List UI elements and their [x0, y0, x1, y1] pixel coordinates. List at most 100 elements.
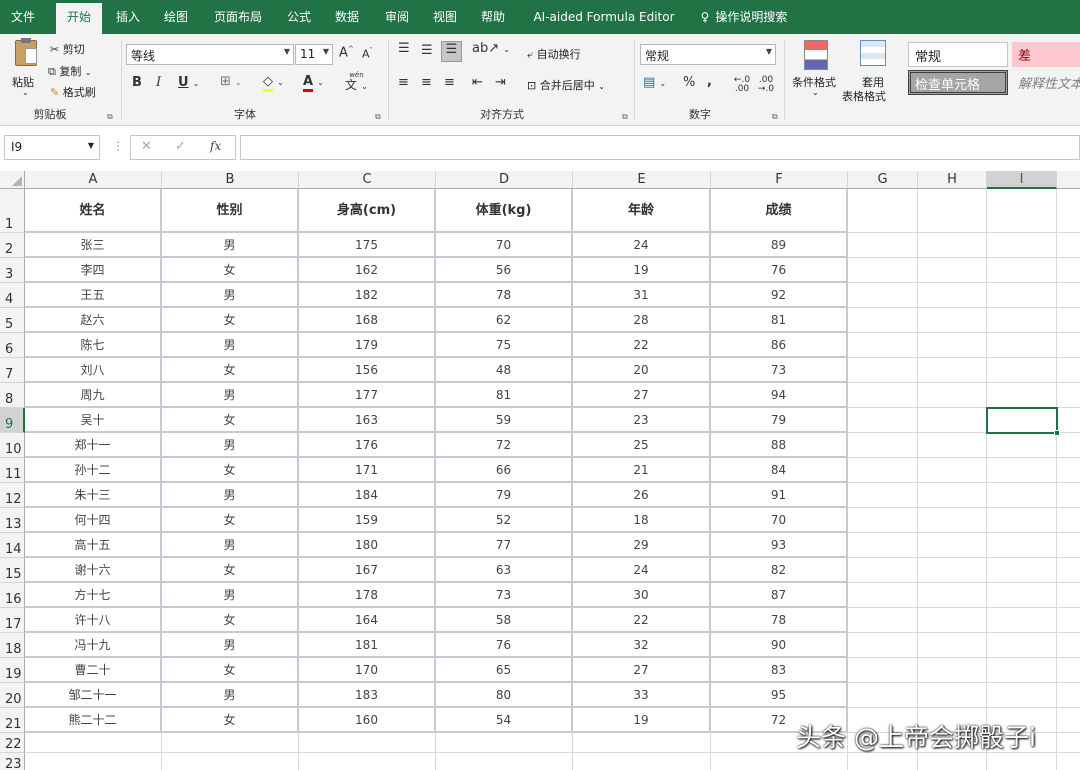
- table-cell[interactable]: [162, 733, 299, 753]
- table-cell[interactable]: [918, 283, 987, 308]
- table-cell[interactable]: [1057, 258, 1080, 283]
- table-cell[interactable]: [918, 233, 987, 258]
- align-middle-icon[interactable]: ☰: [421, 43, 433, 58]
- table-cell[interactable]: 朱十三: [25, 483, 162, 508]
- table-cell[interactable]: 32: [573, 633, 711, 658]
- column-header-g[interactable]: G: [848, 171, 918, 189]
- table-cell[interactable]: [848, 433, 918, 458]
- table-cell[interactable]: [918, 583, 987, 608]
- fill-color-icon[interactable]: ◇ ⌄: [263, 74, 284, 92]
- table-cell[interactable]: 男: [162, 483, 299, 508]
- table-cell[interactable]: 94: [711, 383, 848, 408]
- tab-draw[interactable]: 绘图: [152, 0, 200, 34]
- table-cell[interactable]: 21: [573, 458, 711, 483]
- table-cell[interactable]: 19: [573, 708, 711, 733]
- table-cell[interactable]: 160: [299, 708, 436, 733]
- table-cell[interactable]: [1057, 433, 1080, 458]
- table-cell[interactable]: [987, 283, 1057, 308]
- table-cell[interactable]: 72: [436, 433, 573, 458]
- row-header[interactable]: 19: [0, 658, 25, 683]
- table-cell[interactable]: 男: [162, 333, 299, 358]
- table-cell[interactable]: [1057, 608, 1080, 633]
- table-cell[interactable]: 男: [162, 383, 299, 408]
- table-cell[interactable]: [987, 533, 1057, 558]
- table-cell[interactable]: 女: [162, 658, 299, 683]
- table-cell[interactable]: [918, 333, 987, 358]
- tab-formulas[interactable]: 公式: [278, 0, 320, 34]
- table-cell[interactable]: 女: [162, 358, 299, 383]
- table-cell[interactable]: [1057, 458, 1080, 483]
- comma-button[interactable]: ,: [707, 74, 712, 89]
- table-cell[interactable]: 167: [299, 558, 436, 583]
- dialog-launcher-icon[interactable]: ⧉: [375, 112, 381, 122]
- table-cell[interactable]: 52: [436, 508, 573, 533]
- table-cell[interactable]: 王五: [25, 283, 162, 308]
- table-cell[interactable]: 171: [299, 458, 436, 483]
- table-cell[interactable]: [848, 308, 918, 333]
- row-header[interactable]: 14: [0, 533, 25, 558]
- row-header[interactable]: 12: [0, 483, 25, 508]
- table-cell[interactable]: 男: [162, 283, 299, 308]
- table-cell[interactable]: [1057, 633, 1080, 658]
- table-cell[interactable]: 20: [573, 358, 711, 383]
- table-cell[interactable]: 86: [711, 333, 848, 358]
- table-cell[interactable]: [1057, 358, 1080, 383]
- table-header-cell[interactable]: 性别: [162, 189, 299, 233]
- table-cell[interactable]: 93: [711, 533, 848, 558]
- table-cell[interactable]: 冯十九: [25, 633, 162, 658]
- percent-button[interactable]: %: [683, 75, 695, 90]
- table-cell[interactable]: 李四: [25, 258, 162, 283]
- table-cell[interactable]: [848, 383, 918, 408]
- table-cell[interactable]: 80: [436, 683, 573, 708]
- table-cell[interactable]: 159: [299, 508, 436, 533]
- table-cell[interactable]: 54: [436, 708, 573, 733]
- tab-home[interactable]: 开始: [56, 3, 102, 34]
- table-cell[interactable]: [987, 433, 1057, 458]
- accounting-format-icon[interactable]: ▤ ⌄: [643, 75, 666, 90]
- grow-font-button[interactable]: A^: [339, 45, 354, 60]
- column-header-b[interactable]: B: [162, 171, 299, 189]
- table-cell[interactable]: 170: [299, 658, 436, 683]
- table-cell[interactable]: [987, 583, 1057, 608]
- table-cell[interactable]: [573, 733, 711, 753]
- align-bottom-icon[interactable]: ☰: [441, 41, 462, 62]
- dialog-launcher-icon[interactable]: ⧉: [772, 112, 778, 122]
- worksheet-grid[interactable]: A B C D E F G H I 1 2 3 4 5 6 7 8 9 10 11 12 13 14 15 16 17 18 19 20…: [0, 171, 1080, 770]
- table-cell[interactable]: 27: [573, 658, 711, 683]
- table-cell[interactable]: 谢十六: [25, 558, 162, 583]
- table-cell[interactable]: 66: [436, 458, 573, 483]
- cancel-icon[interactable]: ✕: [141, 139, 152, 154]
- column-header-f[interactable]: F: [711, 171, 848, 189]
- table-cell[interactable]: [25, 733, 162, 753]
- table-cell[interactable]: 95: [711, 683, 848, 708]
- align-left-icon[interactable]: ≡: [398, 75, 409, 90]
- row-header[interactable]: 18: [0, 633, 25, 658]
- fill-handle[interactable]: [1054, 430, 1060, 436]
- table-cell[interactable]: 郑十一: [25, 433, 162, 458]
- table-cell[interactable]: 邹二十一: [25, 683, 162, 708]
- table-cell[interactable]: 180: [299, 533, 436, 558]
- table-cell[interactable]: [848, 333, 918, 358]
- number-format-combo[interactable]: 常规 ▼: [640, 44, 776, 65]
- increase-decimal-button[interactable]: ←.0 .00: [731, 76, 753, 94]
- table-cell[interactable]: 22: [573, 608, 711, 633]
- table-cell[interactable]: 176: [299, 433, 436, 458]
- row-header[interactable]: 10: [0, 433, 25, 458]
- row-header[interactable]: 1: [0, 189, 25, 233]
- row-header[interactable]: 15: [0, 558, 25, 583]
- table-cell[interactable]: [918, 533, 987, 558]
- table-cell[interactable]: 78: [711, 608, 848, 633]
- table-cell[interactable]: [848, 408, 918, 433]
- table-cell[interactable]: [25, 753, 162, 770]
- table-cell[interactable]: 63: [436, 558, 573, 583]
- tab-review[interactable]: 审阅: [376, 0, 418, 34]
- table-cell[interactable]: 76: [436, 633, 573, 658]
- table-cell[interactable]: [1057, 189, 1080, 233]
- orientation-icon[interactable]: ab↗ ⌄: [472, 41, 510, 56]
- table-cell[interactable]: 168: [299, 308, 436, 333]
- decrease-indent-icon[interactable]: ⇤: [472, 75, 483, 90]
- row-header[interactable]: 16: [0, 583, 25, 608]
- table-cell[interactable]: [1057, 283, 1080, 308]
- table-cell[interactable]: [1057, 658, 1080, 683]
- table-cell[interactable]: 赵六: [25, 308, 162, 333]
